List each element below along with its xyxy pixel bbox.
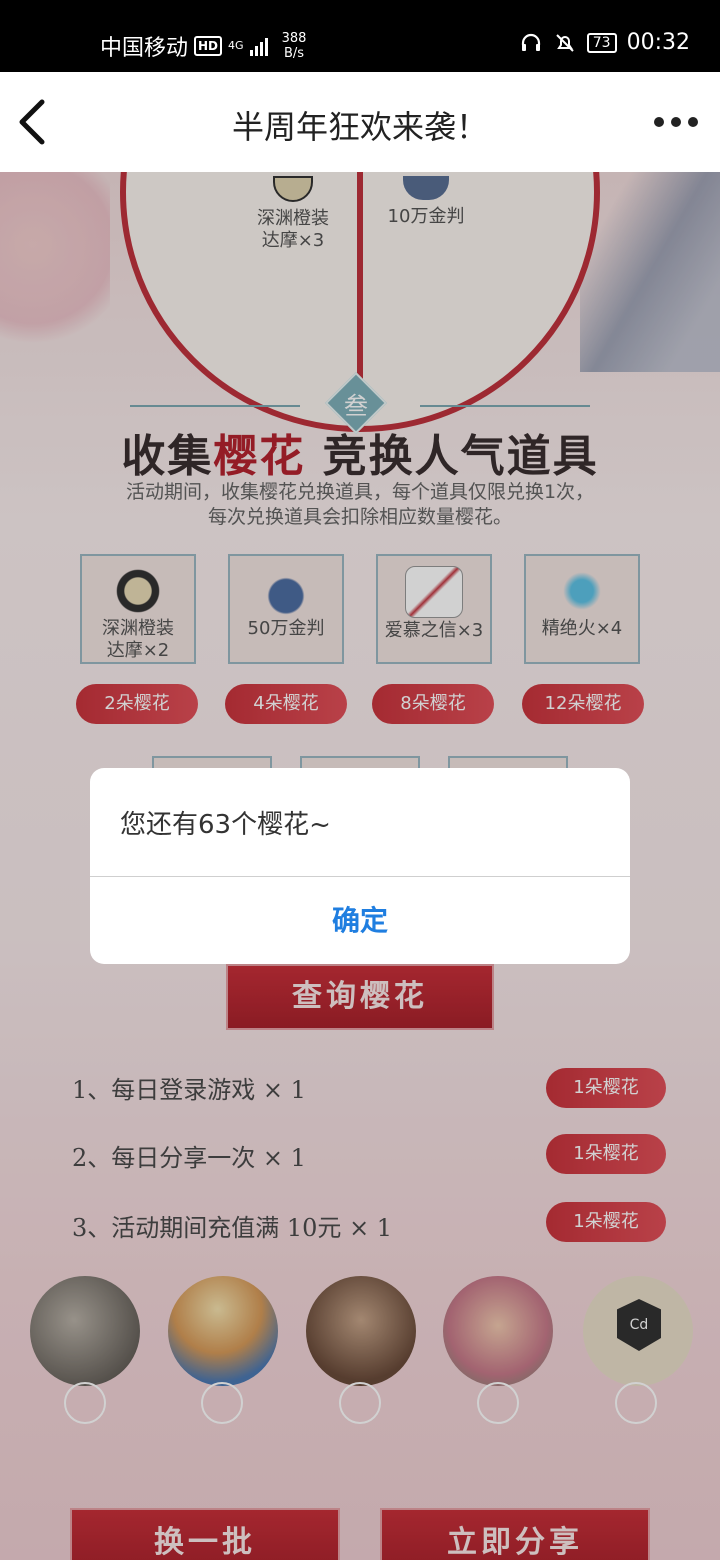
headset-icon: [521, 33, 540, 51]
dialog-message: 您还有63个樱花~: [120, 810, 331, 840]
clock: 00:32: [626, 30, 690, 55]
hd-badge: HD: [194, 36, 223, 56]
status-left: 中国移动 HD 4G 388 B/s: [100, 30, 306, 62]
battery-icon: 73: [586, 32, 617, 53]
more-button[interactable]: [646, 102, 706, 142]
bell-muted-icon: [556, 33, 574, 52]
net-speed: 388 B/s: [282, 31, 307, 61]
alert-dialog: 您还有63个樱花~ 确定: [90, 768, 630, 964]
more-dots-icon: [654, 117, 698, 127]
net-speed-value: 388: [281, 31, 307, 46]
page-title: 半周年狂欢来袭！: [231, 108, 488, 146]
signal-icon: [249, 36, 268, 56]
nav-bar: 半周年狂欢来袭！: [0, 72, 720, 172]
carrier-name: 中国移动: [100, 36, 189, 61]
net-speed-unit: B/s: [283, 46, 305, 61]
confirm-button[interactable]: 确定: [90, 877, 630, 964]
status-bar: 中国移动 HD 4G 388 B/s 73 00:32: [0, 0, 720, 72]
network-type: 4G: [228, 39, 244, 52]
status-right: 73 00:32: [519, 30, 690, 55]
